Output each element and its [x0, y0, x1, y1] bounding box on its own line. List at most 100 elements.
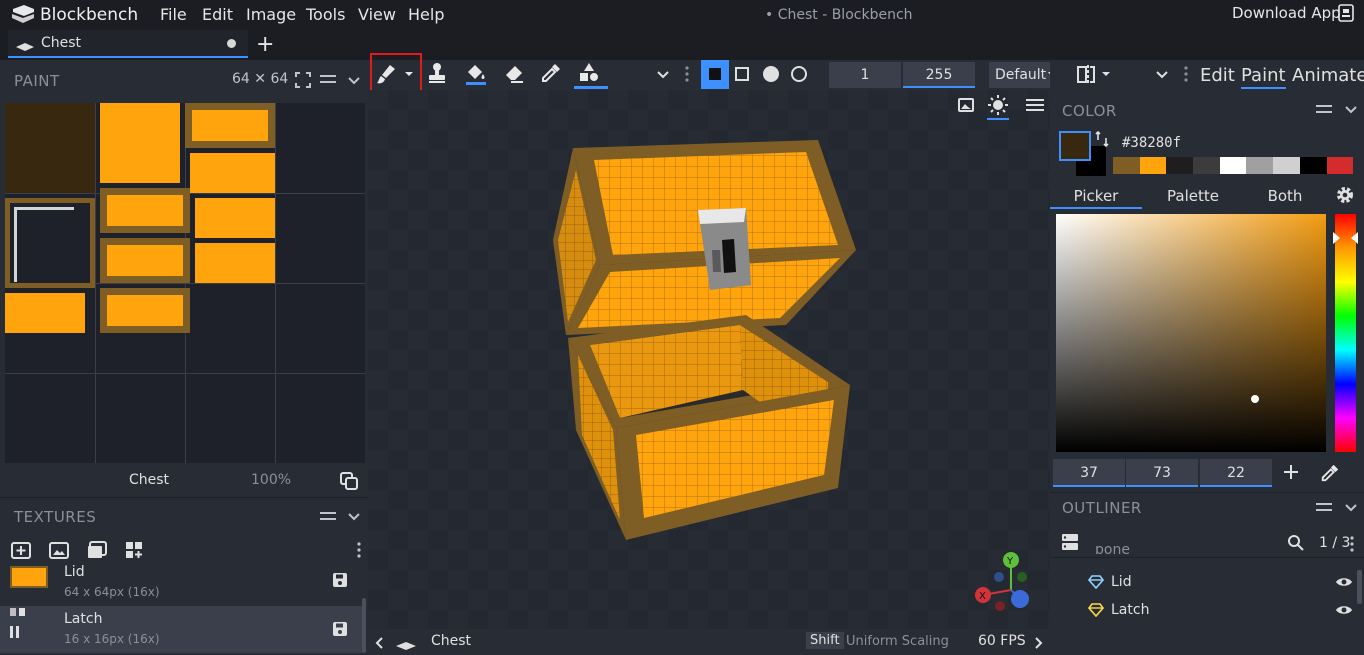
download-icon[interactable]: [1338, 4, 1354, 22]
add-group-icon[interactable]: [1061, 533, 1079, 551]
swap-colors-icon[interactable]: [1095, 131, 1109, 147]
toolbar-dropdown-icon[interactable]: [656, 70, 670, 80]
lighting-icon[interactable]: [987, 94, 1009, 120]
textures-more-icon[interactable]: [357, 542, 361, 558]
texture-grid-icon[interactable]: [125, 541, 145, 559]
brush-shape-circle-outline[interactable]: [791, 66, 807, 82]
menu-tools[interactable]: Tools: [306, 5, 345, 24]
import-texture-icon[interactable]: [49, 541, 69, 559]
textures-scrollbar[interactable]: [362, 598, 366, 653]
add-color-icon[interactable]: [1282, 463, 1300, 481]
brush-shape-circle-filled[interactable]: [763, 66, 779, 82]
gear-icon[interactable]: [1334, 184, 1356, 206]
brush-shape-square-filled[interactable]: [701, 60, 729, 89]
toolbar-more-icon[interactable]: [685, 66, 689, 82]
mode-dropdown-icon[interactable]: [1155, 70, 1169, 80]
uv-face: [195, 198, 275, 238]
viewport-menu-icon[interactable]: [1026, 98, 1044, 112]
stamp-icon[interactable]: [426, 62, 456, 88]
uv-face: [185, 103, 275, 148]
tab-picker[interactable]: Picker: [1050, 183, 1142, 209]
texture-item-lid[interactable]: Lid 64 x 64px (16x): [0, 562, 368, 606]
eye-icon[interactable]: [1335, 604, 1353, 616]
mode-animate[interactable]: Animate: [1292, 65, 1364, 86]
picker-cursor[interactable]: [1251, 395, 1259, 403]
hue-slider[interactable]: [1333, 214, 1358, 452]
chevron-right-icon[interactable]: [1034, 636, 1044, 650]
shapes-icon[interactable]: [574, 61, 608, 89]
menu-image[interactable]: Image: [246, 5, 296, 24]
brush-size-input[interactable]: 1: [829, 62, 901, 88]
palette-swatch[interactable]: [1219, 157, 1247, 174]
green-input[interactable]: 73: [1126, 459, 1198, 487]
menu-view[interactable]: View: [358, 5, 396, 24]
color-panel-title: COLOR: [1062, 102, 1117, 120]
new-tab-button[interactable]: +: [256, 32, 274, 57]
outliner-scrollbar[interactable]: [1357, 570, 1362, 604]
collapse-icon[interactable]: [347, 76, 361, 86]
palette-swatch[interactable]: [1113, 157, 1140, 174]
brush-shape-square-outline[interactable]: [735, 67, 749, 81]
uv-face: [100, 103, 180, 183]
screenshot-icon[interactable]: [958, 98, 974, 112]
textures-collapse-icon[interactable]: [347, 512, 361, 522]
palette-strip: [1113, 157, 1354, 174]
red-input[interactable]: 37: [1053, 459, 1125, 487]
outliner-collapse-icon[interactable]: [1344, 503, 1358, 513]
outliner-item-latch[interactable]: Latch: [1050, 598, 1360, 624]
palette-swatch[interactable]: [1139, 157, 1167, 174]
uv-paint-canvas[interactable]: [5, 103, 365, 463]
mode-edit[interactable]: Edit: [1200, 65, 1235, 86]
eyedropper-icon[interactable]: [1320, 463, 1340, 483]
palette-swatch[interactable]: [1193, 157, 1220, 174]
mode-more-icon[interactable]: [1184, 66, 1188, 82]
palette-swatch[interactable]: [1246, 157, 1274, 174]
mirror-painting-icon[interactable]: [1076, 64, 1116, 86]
tab-palette[interactable]: Palette: [1147, 183, 1239, 209]
texture-folder-icon[interactable]: [87, 541, 107, 559]
uv-face: [100, 188, 190, 233]
3d-viewport[interactable]: Y X: [368, 90, 1050, 629]
outliner-panel-title: OUTLINER: [1062, 499, 1142, 517]
menu-file[interactable]: File: [160, 5, 187, 24]
outliner-item-lid[interactable]: Lid: [1050, 570, 1360, 596]
color-collapse-icon[interactable]: [1344, 105, 1358, 115]
primary-color-swatch[interactable]: [1059, 131, 1091, 161]
hex-input[interactable]: #38280f: [1116, 131, 1356, 155]
palette-swatch[interactable]: [1166, 157, 1194, 174]
fullscreen-icon[interactable]: [294, 71, 312, 89]
copy-icon[interactable]: [339, 471, 359, 491]
unsaved-indicator[interactable]: [227, 39, 236, 48]
outliner-more-icon[interactable]: [1350, 536, 1354, 552]
eraser-icon[interactable]: [503, 62, 533, 88]
texture-item-latch[interactable]: Latch 16 x 16px (16x): [0, 606, 362, 653]
fill-bucket-icon[interactable]: [464, 62, 494, 88]
palette-swatch[interactable]: [1273, 157, 1300, 174]
chevron-left-icon[interactable]: [374, 636, 384, 650]
palette-swatch[interactable]: [1326, 157, 1354, 174]
eye-icon[interactable]: [1335, 576, 1353, 588]
paintbrush-icon[interactable]: [376, 62, 413, 88]
palette-swatch[interactable]: [1299, 157, 1327, 174]
outliner-menu-icon[interactable]: [1316, 502, 1332, 514]
eyedropper-icon[interactable]: [540, 62, 570, 88]
add-texture-icon[interactable]: [11, 541, 31, 559]
mode-paint[interactable]: Paint: [1241, 65, 1286, 89]
blue-input[interactable]: 22: [1200, 459, 1272, 487]
search-icon[interactable]: [1287, 534, 1305, 552]
brush-opacity-input[interactable]: 255: [903, 62, 975, 88]
textures-menu-icon[interactable]: [320, 511, 336, 523]
blockbench-logo-icon: [10, 3, 36, 25]
download-app-link[interactable]: Download App: [1232, 4, 1341, 22]
color-menu-icon[interactable]: [1316, 104, 1332, 116]
save-icon[interactable]: [332, 621, 348, 637]
saturation-value-picker[interactable]: [1056, 214, 1326, 452]
panel-menu-icon[interactable]: [320, 74, 336, 86]
uv-face-dark: [5, 103, 95, 193]
save-icon[interactable]: [332, 572, 348, 588]
tab-both[interactable]: Both: [1239, 183, 1331, 209]
paint-texture-name: Chest: [129, 472, 170, 488]
menu-help[interactable]: Help: [408, 5, 444, 24]
menu-edit[interactable]: Edit: [202, 5, 233, 24]
tab-chest[interactable]: Chest: [8, 30, 248, 58]
